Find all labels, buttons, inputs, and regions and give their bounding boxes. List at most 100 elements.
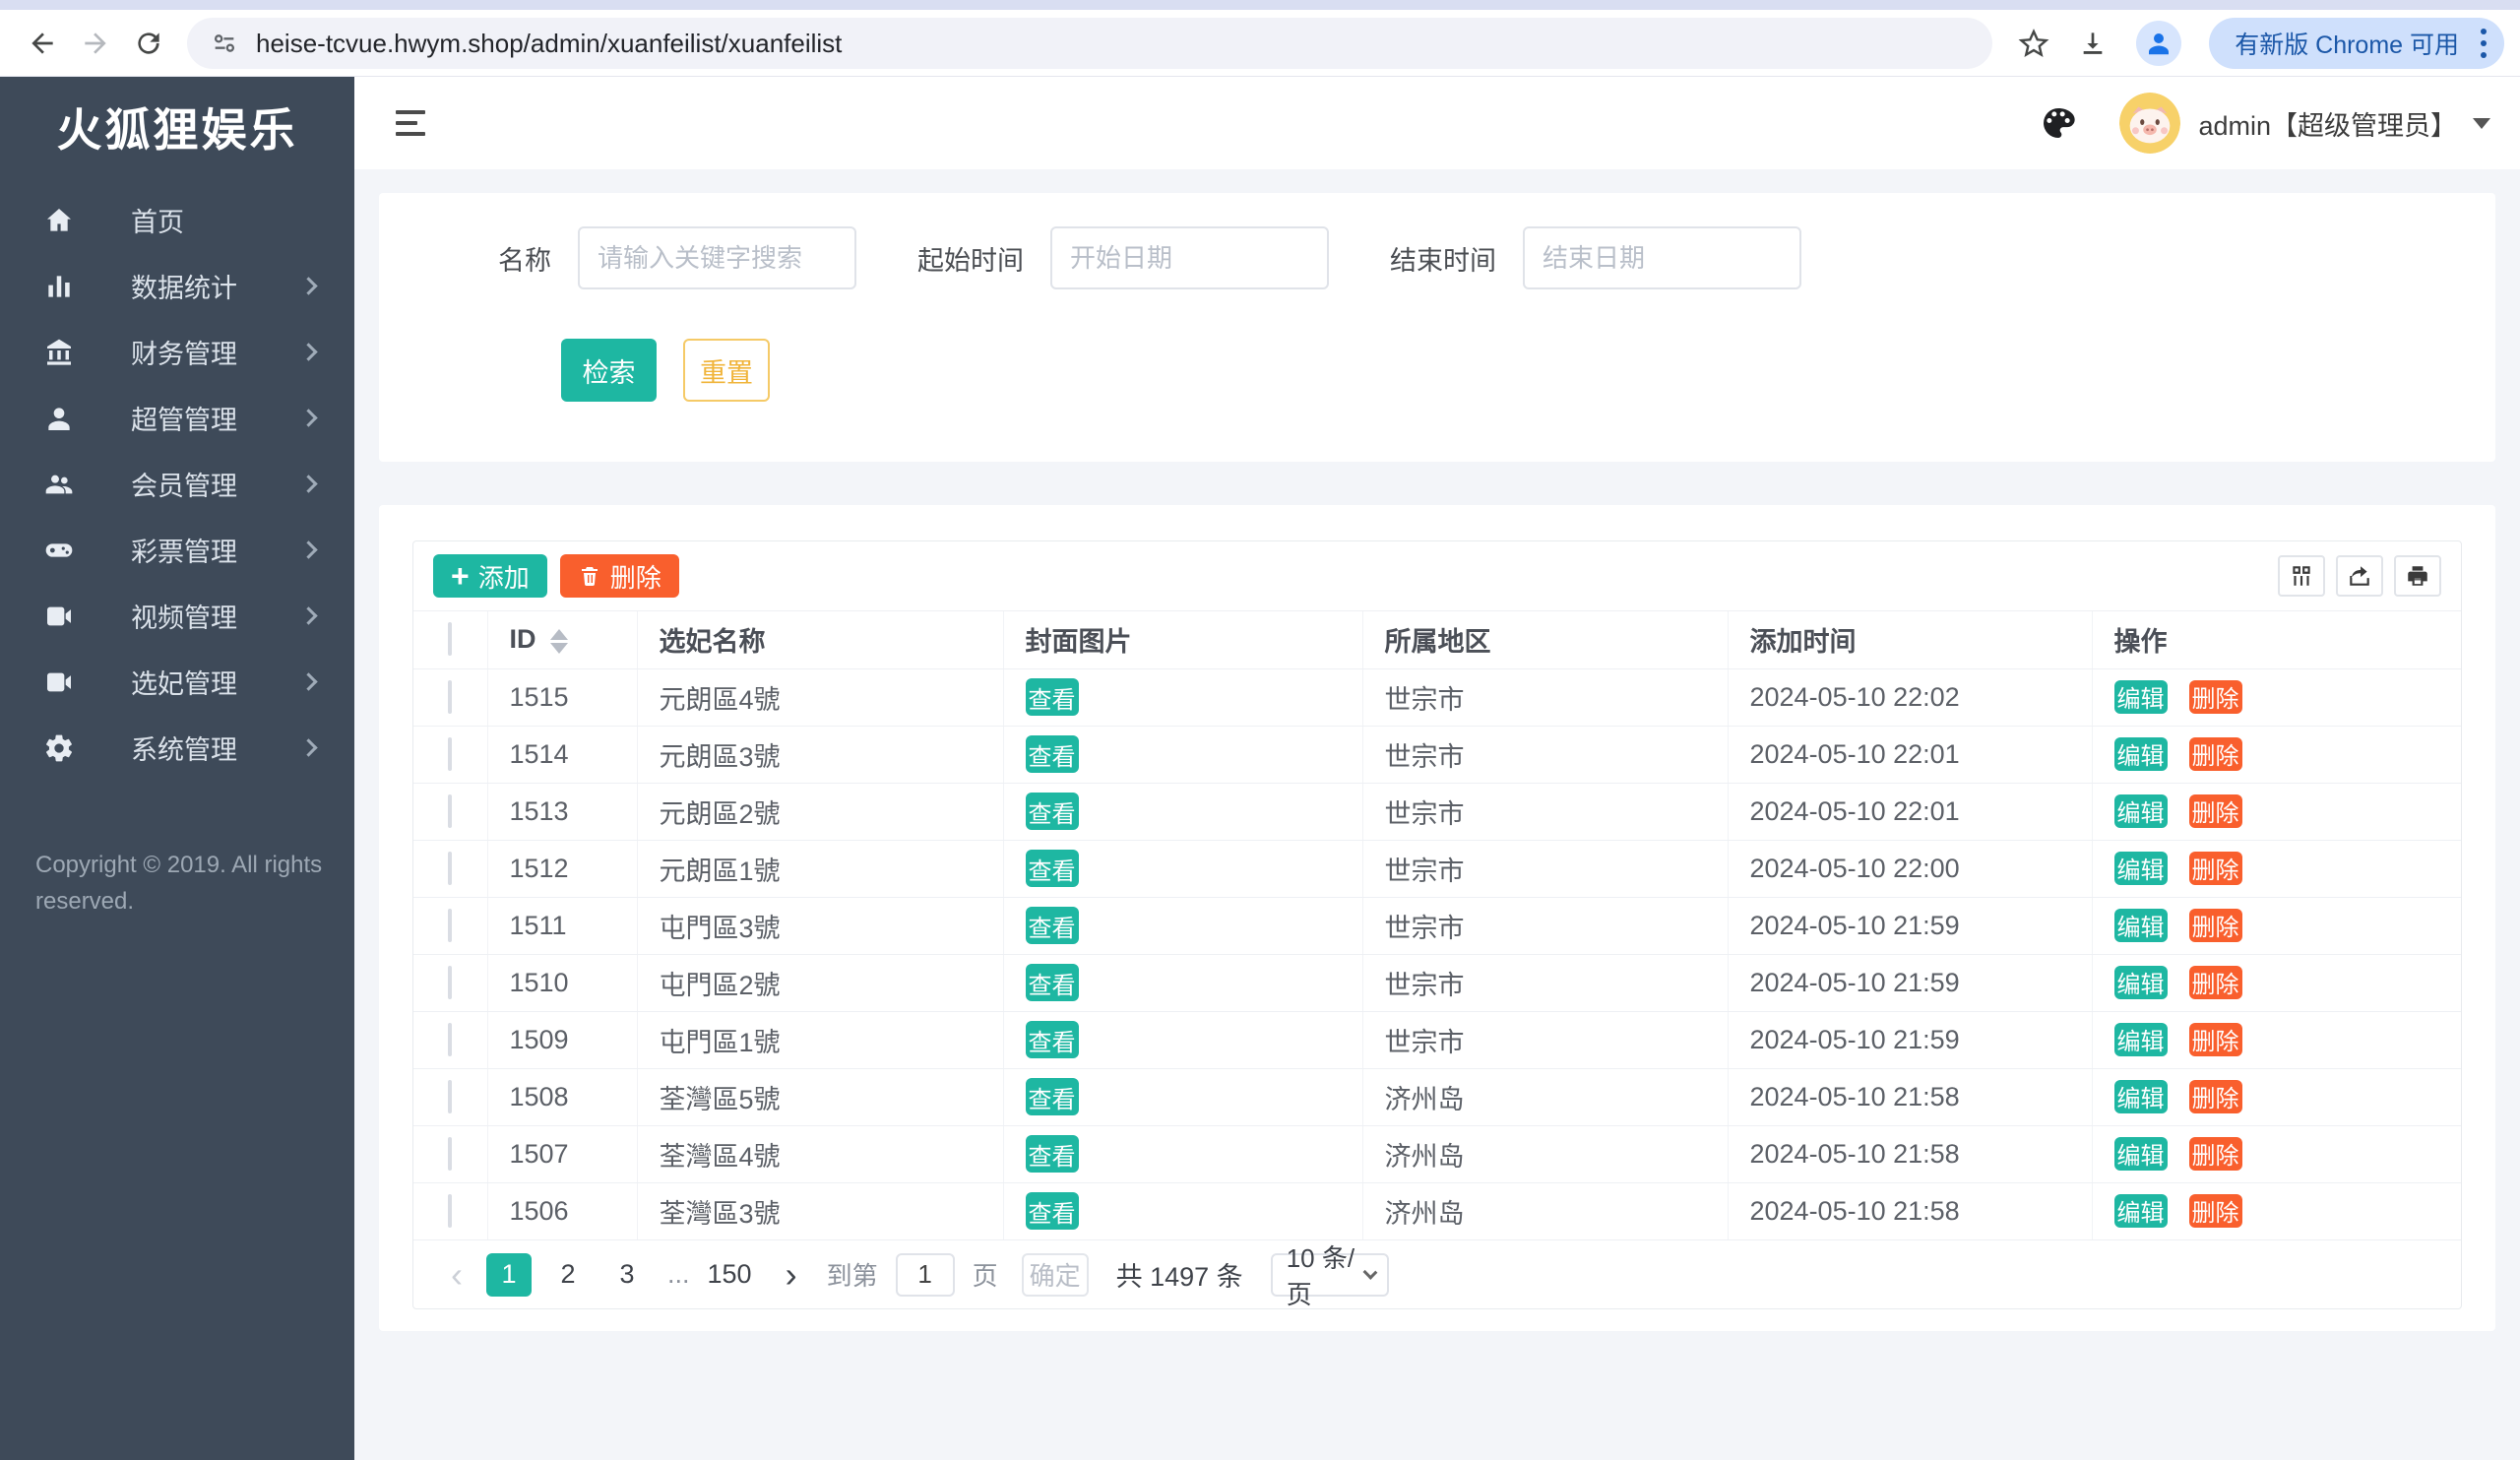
edit-button[interactable]: 编辑 — [2114, 680, 2168, 714]
row-checkbox[interactable] — [448, 909, 452, 942]
view-cover-button[interactable]: 查看 — [1026, 1078, 1079, 1115]
row-checkbox[interactable] — [448, 737, 452, 771]
view-cover-button[interactable]: 查看 — [1026, 1135, 1079, 1173]
chevron-down-icon[interactable] — [2473, 118, 2490, 129]
columns-icon[interactable] — [2278, 555, 2325, 597]
view-cover-button[interactable]: 查看 — [1026, 678, 1079, 716]
cell-id: 1512 — [487, 840, 637, 897]
sidebar-item-video[interactable]: 视频管理 — [0, 583, 354, 649]
delete-button[interactable]: 删除 — [2189, 852, 2242, 885]
view-cover-button[interactable]: 查看 — [1026, 964, 1079, 1001]
edit-button[interactable]: 编辑 — [2114, 1080, 2168, 1113]
sidebar-item-member[interactable]: 会员管理 — [0, 451, 354, 517]
sidebar-item-xuanfei[interactable]: 选妃管理 — [0, 649, 354, 715]
edit-button[interactable]: 编辑 — [2114, 794, 2168, 828]
view-cover-button[interactable]: 查看 — [1026, 1192, 1079, 1230]
row-checkbox[interactable] — [448, 1023, 452, 1056]
add-button[interactable]: + 添加 — [433, 554, 547, 598]
next-page-icon[interactable]: › — [786, 1254, 797, 1296]
sidebar-item-finance[interactable]: 财务管理 — [0, 319, 354, 385]
end-date-input[interactable] — [1523, 226, 1801, 289]
view-cover-button[interactable]: 查看 — [1026, 850, 1079, 887]
start-date-input[interactable] — [1050, 226, 1329, 289]
column-header-actions: 操作 — [2092, 611, 2461, 668]
start-time-label: 起始时间 — [917, 239, 1024, 278]
browser-chrome: heise-tcvue.hwym.shop/admin/xuanfeilist/… — [0, 0, 2520, 77]
download-icon[interactable] — [2077, 28, 2109, 59]
delete-button[interactable]: 删除 — [2189, 909, 2242, 942]
total-count: 共 1497 条 — [1116, 1255, 1243, 1294]
sidebar-item-data-stats[interactable]: 数据统计 — [0, 253, 354, 319]
sidebar-item-home[interactable]: 首页 — [0, 187, 354, 253]
table-row: 1515元朗區4號查看世宗市2024-05-10 22:02编辑删除 — [413, 668, 2461, 726]
bookmark-star-icon[interactable] — [2018, 28, 2049, 59]
bulk-delete-button[interactable]: 删除 — [560, 554, 679, 598]
reset-button[interactable]: 重置 — [683, 339, 770, 402]
edit-button[interactable]: 编辑 — [2114, 966, 2168, 999]
site-info-icon[interactable] — [211, 30, 238, 57]
print-icon[interactable] — [2394, 555, 2441, 597]
row-checkbox[interactable] — [448, 794, 452, 828]
per-page-select[interactable]: 10 条/页 — [1271, 1253, 1389, 1297]
view-cover-button[interactable]: 查看 — [1026, 1021, 1079, 1058]
forward-icon[interactable] — [69, 17, 122, 70]
delete-button[interactable]: 删除 — [2189, 794, 2242, 828]
page-button-150[interactable]: 150 — [702, 1253, 758, 1297]
edit-button[interactable]: 编辑 — [2114, 737, 2168, 771]
delete-button[interactable]: 删除 — [2189, 737, 2242, 771]
row-checkbox[interactable] — [448, 680, 452, 714]
row-checkbox[interactable] — [448, 1194, 452, 1228]
reload-icon[interactable] — [122, 17, 175, 70]
page-button-3[interactable]: 3 — [604, 1253, 650, 1297]
user-avatar[interactable] — [2119, 93, 2180, 154]
delete-button[interactable]: 删除 — [2189, 1023, 2242, 1056]
browser-profile-icon[interactable] — [2136, 21, 2181, 66]
user-menu[interactable]: admin【超级管理员】 — [2198, 104, 2457, 143]
edit-button[interactable]: 编辑 — [2114, 1194, 2168, 1228]
sidebar-item-system[interactable]: 系统管理 — [0, 715, 354, 781]
page-button-2[interactable]: 2 — [545, 1253, 591, 1297]
edit-button[interactable]: 编辑 — [2114, 1137, 2168, 1171]
hamburger-menu-icon[interactable] — [390, 104, 431, 142]
goto-page-input[interactable] — [896, 1253, 955, 1297]
row-checkbox[interactable] — [448, 1080, 452, 1113]
theme-palette-icon[interactable] — [2039, 103, 2078, 143]
export-icon[interactable] — [2336, 555, 2383, 597]
sidebar-item-label: 系统管理 — [131, 729, 237, 767]
keyword-input[interactable] — [578, 226, 856, 289]
search-button[interactable]: 检索 — [561, 339, 657, 402]
prev-page-icon[interactable]: ‹ — [451, 1254, 463, 1296]
search-panel: 名称 起始时间 结束时间 检索 重置 — [379, 193, 2495, 462]
table-inner-panel: + 添加 删除 — [412, 540, 2462, 1309]
column-header-id[interactable]: ID — [487, 611, 637, 668]
edit-button[interactable]: 编辑 — [2114, 852, 2168, 885]
goto-prefix-label: 到第 — [827, 1256, 878, 1293]
data-table: ID 选妃名称 封面图片 所属地区 添加时间 操作 1515元朗區4號查看世宗市… — [413, 611, 2461, 1240]
back-icon[interactable] — [16, 17, 69, 70]
sort-icon[interactable] — [550, 629, 568, 654]
delete-button[interactable]: 删除 — [2189, 966, 2242, 999]
edit-button[interactable]: 编辑 — [2114, 909, 2168, 942]
cell-region: 世宗市 — [1362, 1011, 1728, 1068]
sidebar-item-lottery[interactable]: 彩票管理 — [0, 517, 354, 583]
view-cover-button[interactable]: 查看 — [1026, 735, 1079, 773]
edit-button[interactable]: 编辑 — [2114, 1023, 2168, 1056]
view-cover-button[interactable]: 查看 — [1026, 907, 1079, 944]
cell-time: 2024-05-10 22:01 — [1728, 726, 2092, 783]
delete-button[interactable]: 删除 — [2189, 680, 2242, 714]
delete-button[interactable]: 删除 — [2189, 1194, 2242, 1228]
sidebar-item-super-admin[interactable]: 超管管理 — [0, 385, 354, 451]
url-bar[interactable]: heise-tcvue.hwym.shop/admin/xuanfeilist/… — [187, 18, 1992, 69]
row-checkbox[interactable] — [448, 1137, 452, 1171]
select-all-checkbox[interactable] — [448, 622, 452, 656]
cell-time: 2024-05-10 21:59 — [1728, 954, 2092, 1011]
view-cover-button[interactable]: 查看 — [1026, 793, 1079, 830]
row-checkbox[interactable] — [448, 852, 452, 885]
confirm-button[interactable]: 确定 — [1022, 1253, 1089, 1297]
row-checkbox[interactable] — [448, 966, 452, 999]
delete-button[interactable]: 删除 — [2189, 1080, 2242, 1113]
delete-button[interactable]: 删除 — [2189, 1137, 2242, 1171]
chrome-update-badge[interactable]: 有新版 Chrome 可用 — [2209, 18, 2504, 69]
page-button-1[interactable]: 1 — [486, 1253, 532, 1297]
browser-menu-icon[interactable] — [2477, 25, 2490, 62]
